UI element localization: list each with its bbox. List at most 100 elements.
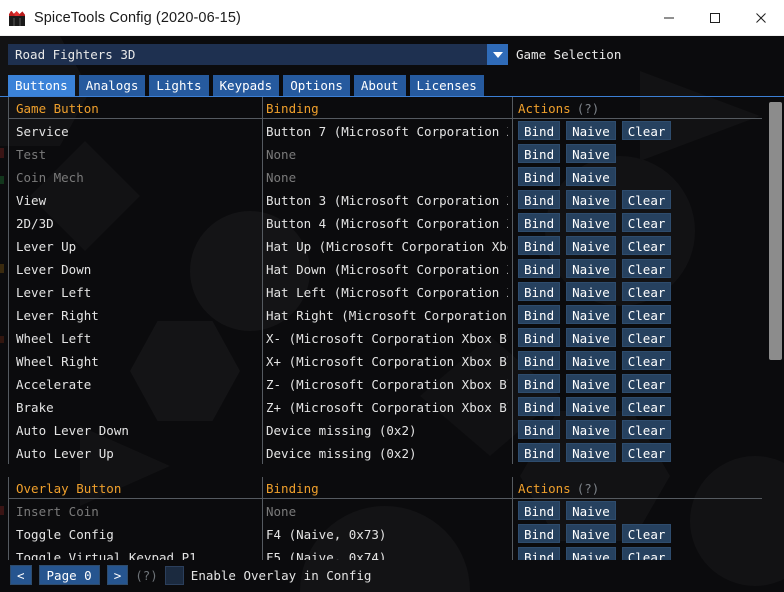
tab-options[interactable]: Options	[283, 75, 350, 96]
row-binding: Button 7 (Microsoft Corporation Xbc	[258, 121, 508, 140]
table-row: Wheel Right X+ (Microsoft Corporation Xbo…	[0, 349, 784, 372]
bind-button[interactable]: Bind	[518, 524, 561, 543]
chevron-down-icon[interactable]	[487, 44, 508, 65]
bind-button[interactable]: Bind	[518, 374, 561, 393]
naive-button[interactable]: Naive	[566, 121, 616, 140]
clear-button[interactable]: Clear	[621, 420, 672, 439]
naive-button[interactable]: Naive	[566, 282, 616, 301]
bind-button[interactable]: Bind	[518, 213, 561, 232]
tab-licenses[interactable]: Licenses	[409, 75, 484, 96]
clear-button[interactable]: Clear	[621, 305, 672, 324]
table-row: Toggle Config F4 (Naive, 0x73) Bind Naive Cl…	[0, 522, 784, 545]
bind-button[interactable]: Bind	[518, 282, 561, 301]
naive-button[interactable]: Naive	[566, 420, 616, 439]
row-button-name: 2D/3D	[0, 213, 258, 232]
clear-button[interactable]: Clear	[621, 374, 672, 393]
naive-button[interactable]: Naive	[566, 397, 616, 416]
bind-button[interactable]: Bind	[518, 144, 561, 163]
table-row: Lever Down Hat Down (Microsoft Corporatio…	[0, 257, 784, 280]
clear-button[interactable]: Clear	[621, 236, 672, 255]
bind-button[interactable]: Bind	[518, 501, 561, 520]
button-name-text: Wheel Left	[16, 331, 92, 346]
row-actions: Bind Naive Clear	[508, 328, 784, 347]
row-binding: Device missing (0x2)	[258, 420, 508, 439]
row-binding: Z+ (Microsoft Corporation Xbox Blue	[258, 397, 508, 416]
next-page-button[interactable]: >	[106, 565, 129, 585]
naive-button[interactable]: Naive	[566, 190, 616, 209]
clear-button[interactable]: Clear	[621, 213, 672, 232]
table-row: Insert Coin None Bind Naive	[0, 499, 784, 522]
naive-button[interactable]: Naive	[566, 443, 616, 462]
clear-button[interactable]: Clear	[621, 547, 672, 560]
naive-button[interactable]: Naive	[566, 305, 616, 324]
overlay-column-divider-actions	[512, 477, 513, 560]
header-rule	[8, 118, 762, 119]
minimize-icon[interactable]	[646, 0, 692, 36]
tab-buttons[interactable]: Buttons	[8, 75, 75, 96]
button-name-text: Coin Mech	[16, 170, 84, 185]
close-icon[interactable]	[738, 0, 784, 36]
clear-button[interactable]: Clear	[621, 121, 672, 140]
naive-button[interactable]: Naive	[566, 524, 616, 543]
prev-page-button[interactable]: <	[10, 565, 32, 585]
bind-button[interactable]: Bind	[518, 443, 561, 462]
game-selection-combo[interactable]: Road Fighters 3D	[8, 44, 508, 65]
enable-overlay-checkbox[interactable]	[164, 565, 184, 585]
bind-button[interactable]: Bind	[518, 121, 561, 140]
overlay-column-divider-binding	[262, 477, 263, 560]
button-name-text: Test	[16, 147, 47, 162]
clear-button[interactable]: Clear	[621, 443, 672, 462]
game-table-header: Game Button Binding Actions (?)	[0, 97, 784, 119]
row-binding: F5 (Naive, 0x74)	[258, 547, 508, 560]
row-actions: Bind Naive Clear	[508, 443, 784, 462]
clear-button[interactable]: Clear	[621, 259, 672, 278]
naive-button[interactable]: Naive	[566, 259, 616, 278]
actions-help-icon[interactable]: (?)	[577, 101, 600, 116]
tab-analogs[interactable]: Analogs	[78, 75, 146, 96]
bind-button[interactable]: Bind	[518, 190, 561, 209]
naive-button[interactable]: Naive	[566, 328, 616, 347]
bind-button[interactable]: Bind	[518, 420, 561, 439]
page-indicator-button[interactable]: Page 0	[38, 565, 100, 585]
bind-button[interactable]: Bind	[518, 259, 561, 278]
naive-button[interactable]: Naive	[566, 374, 616, 393]
scrollbar-thumb[interactable]	[769, 102, 782, 360]
maximize-icon[interactable]	[692, 0, 738, 36]
column-header-game-button: Game Button	[16, 100, 99, 116]
bind-button[interactable]: Bind	[518, 305, 561, 324]
naive-button[interactable]: Naive	[566, 144, 616, 163]
table-row: Toggle Virtual Keypad P1 F5 (Naive, 0x74)…	[0, 545, 784, 560]
row-button-name: Lever Right	[0, 305, 258, 324]
vertical-scrollbar[interactable]	[769, 97, 782, 560]
bind-button[interactable]: Bind	[518, 351, 561, 370]
bind-button[interactable]: Bind	[518, 547, 561, 560]
naive-button[interactable]: Naive	[566, 236, 616, 255]
clear-button[interactable]: Clear	[621, 328, 672, 347]
table-row: Lever Left Hat Left (Microsoft Corporatio…	[0, 280, 784, 303]
naive-button[interactable]: Naive	[566, 351, 616, 370]
clear-button[interactable]: Clear	[621, 282, 672, 301]
row-button-name: Test	[0, 144, 258, 163]
naive-button[interactable]: Naive	[566, 501, 616, 520]
bind-button[interactable]: Bind	[518, 236, 561, 255]
clear-button[interactable]: Clear	[621, 190, 672, 209]
naive-button[interactable]: Naive	[566, 547, 616, 560]
page-help-icon[interactable]: (?)	[135, 568, 158, 583]
row-actions: Bind Naive Clear	[508, 351, 784, 370]
naive-button[interactable]: Naive	[566, 167, 616, 186]
clear-button[interactable]: Clear	[621, 397, 672, 416]
bind-button[interactable]: Bind	[518, 167, 561, 186]
row-binding: Button 4 (Microsoft Corporation Xbc	[258, 213, 508, 232]
row-actions: Bind Naive	[508, 144, 784, 163]
tab-keypads[interactable]: Keypads	[212, 75, 280, 96]
naive-button[interactable]: Naive	[566, 213, 616, 232]
clear-button[interactable]: Clear	[621, 524, 672, 543]
tab-lights[interactable]: Lights	[149, 75, 209, 96]
tab-about[interactable]: About	[353, 75, 406, 96]
binding-text: Z- (Microsoft Corporation Xbox Blue	[266, 377, 508, 392]
row-actions: Bind Naive Clear	[508, 305, 784, 324]
bind-button[interactable]: Bind	[518, 397, 561, 416]
overlay-actions-help-icon[interactable]: (?)	[577, 481, 600, 496]
clear-button[interactable]: Clear	[621, 351, 672, 370]
bind-button[interactable]: Bind	[518, 328, 561, 347]
